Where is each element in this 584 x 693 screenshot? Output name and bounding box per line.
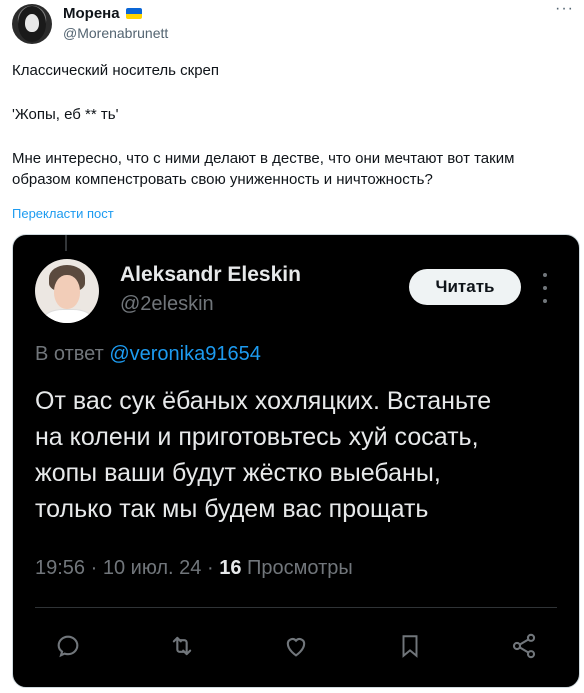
reply-icon <box>53 631 83 661</box>
embedded-avatar <box>35 259 99 323</box>
views-count: 16 <box>219 557 242 579</box>
author-name[interactable]: Морена <box>63 5 120 22</box>
follow-button: Читать <box>409 269 521 305</box>
reply-prefix: В ответ <box>35 343 104 365</box>
reply-context: В ответ @veronika91654 <box>35 343 261 366</box>
embedded-meta: 19:56 · 10 июл. 24 · 16 Просмотры <box>35 557 353 579</box>
action-bar <box>35 629 557 663</box>
like-icon <box>281 631 311 661</box>
more-icon[interactable]: ··· <box>555 0 574 18</box>
author-avatar[interactable] <box>12 4 52 44</box>
reply-mention: @veronika91654 <box>109 343 261 365</box>
embedded-date: 10 июл. 24 <box>102 557 202 579</box>
tweet-paragraph: Классический носитель скреп <box>12 62 220 79</box>
thread-line <box>65 235 67 251</box>
embedded-more-icon <box>541 273 549 303</box>
embedded-time: 19:56 <box>35 557 86 579</box>
flag-icon <box>125 8 142 19</box>
tweet-text: Классический носитель скреп 'Жопы, еб **… <box>12 60 572 190</box>
tweet-paragraph: 'Жопы, еб ** ть' <box>12 106 119 123</box>
divider <box>35 607 557 608</box>
bookmark-icon <box>395 631 425 661</box>
translate-link[interactable]: Перекласти пост <box>12 206 114 221</box>
share-icon <box>509 631 539 661</box>
views-label: Просмотры <box>247 557 353 579</box>
embedded-handle: @2eleskin <box>120 293 214 315</box>
embedded-text: От вас сук ёбаных хохляцких. Встаньте на… <box>35 387 492 523</box>
tweet-paragraph: Мне интересно, что с ними делают в деств… <box>12 150 515 188</box>
retweet-icon <box>167 631 197 661</box>
author-handle[interactable]: @Morenabrunett <box>63 25 168 41</box>
embedded-name: Aleksandr Eleskin <box>120 263 301 286</box>
embedded-screenshot: Aleksandr Eleskin @2eleskin Читать В отв… <box>12 234 580 688</box>
author-name-row[interactable]: Морена <box>63 5 142 22</box>
